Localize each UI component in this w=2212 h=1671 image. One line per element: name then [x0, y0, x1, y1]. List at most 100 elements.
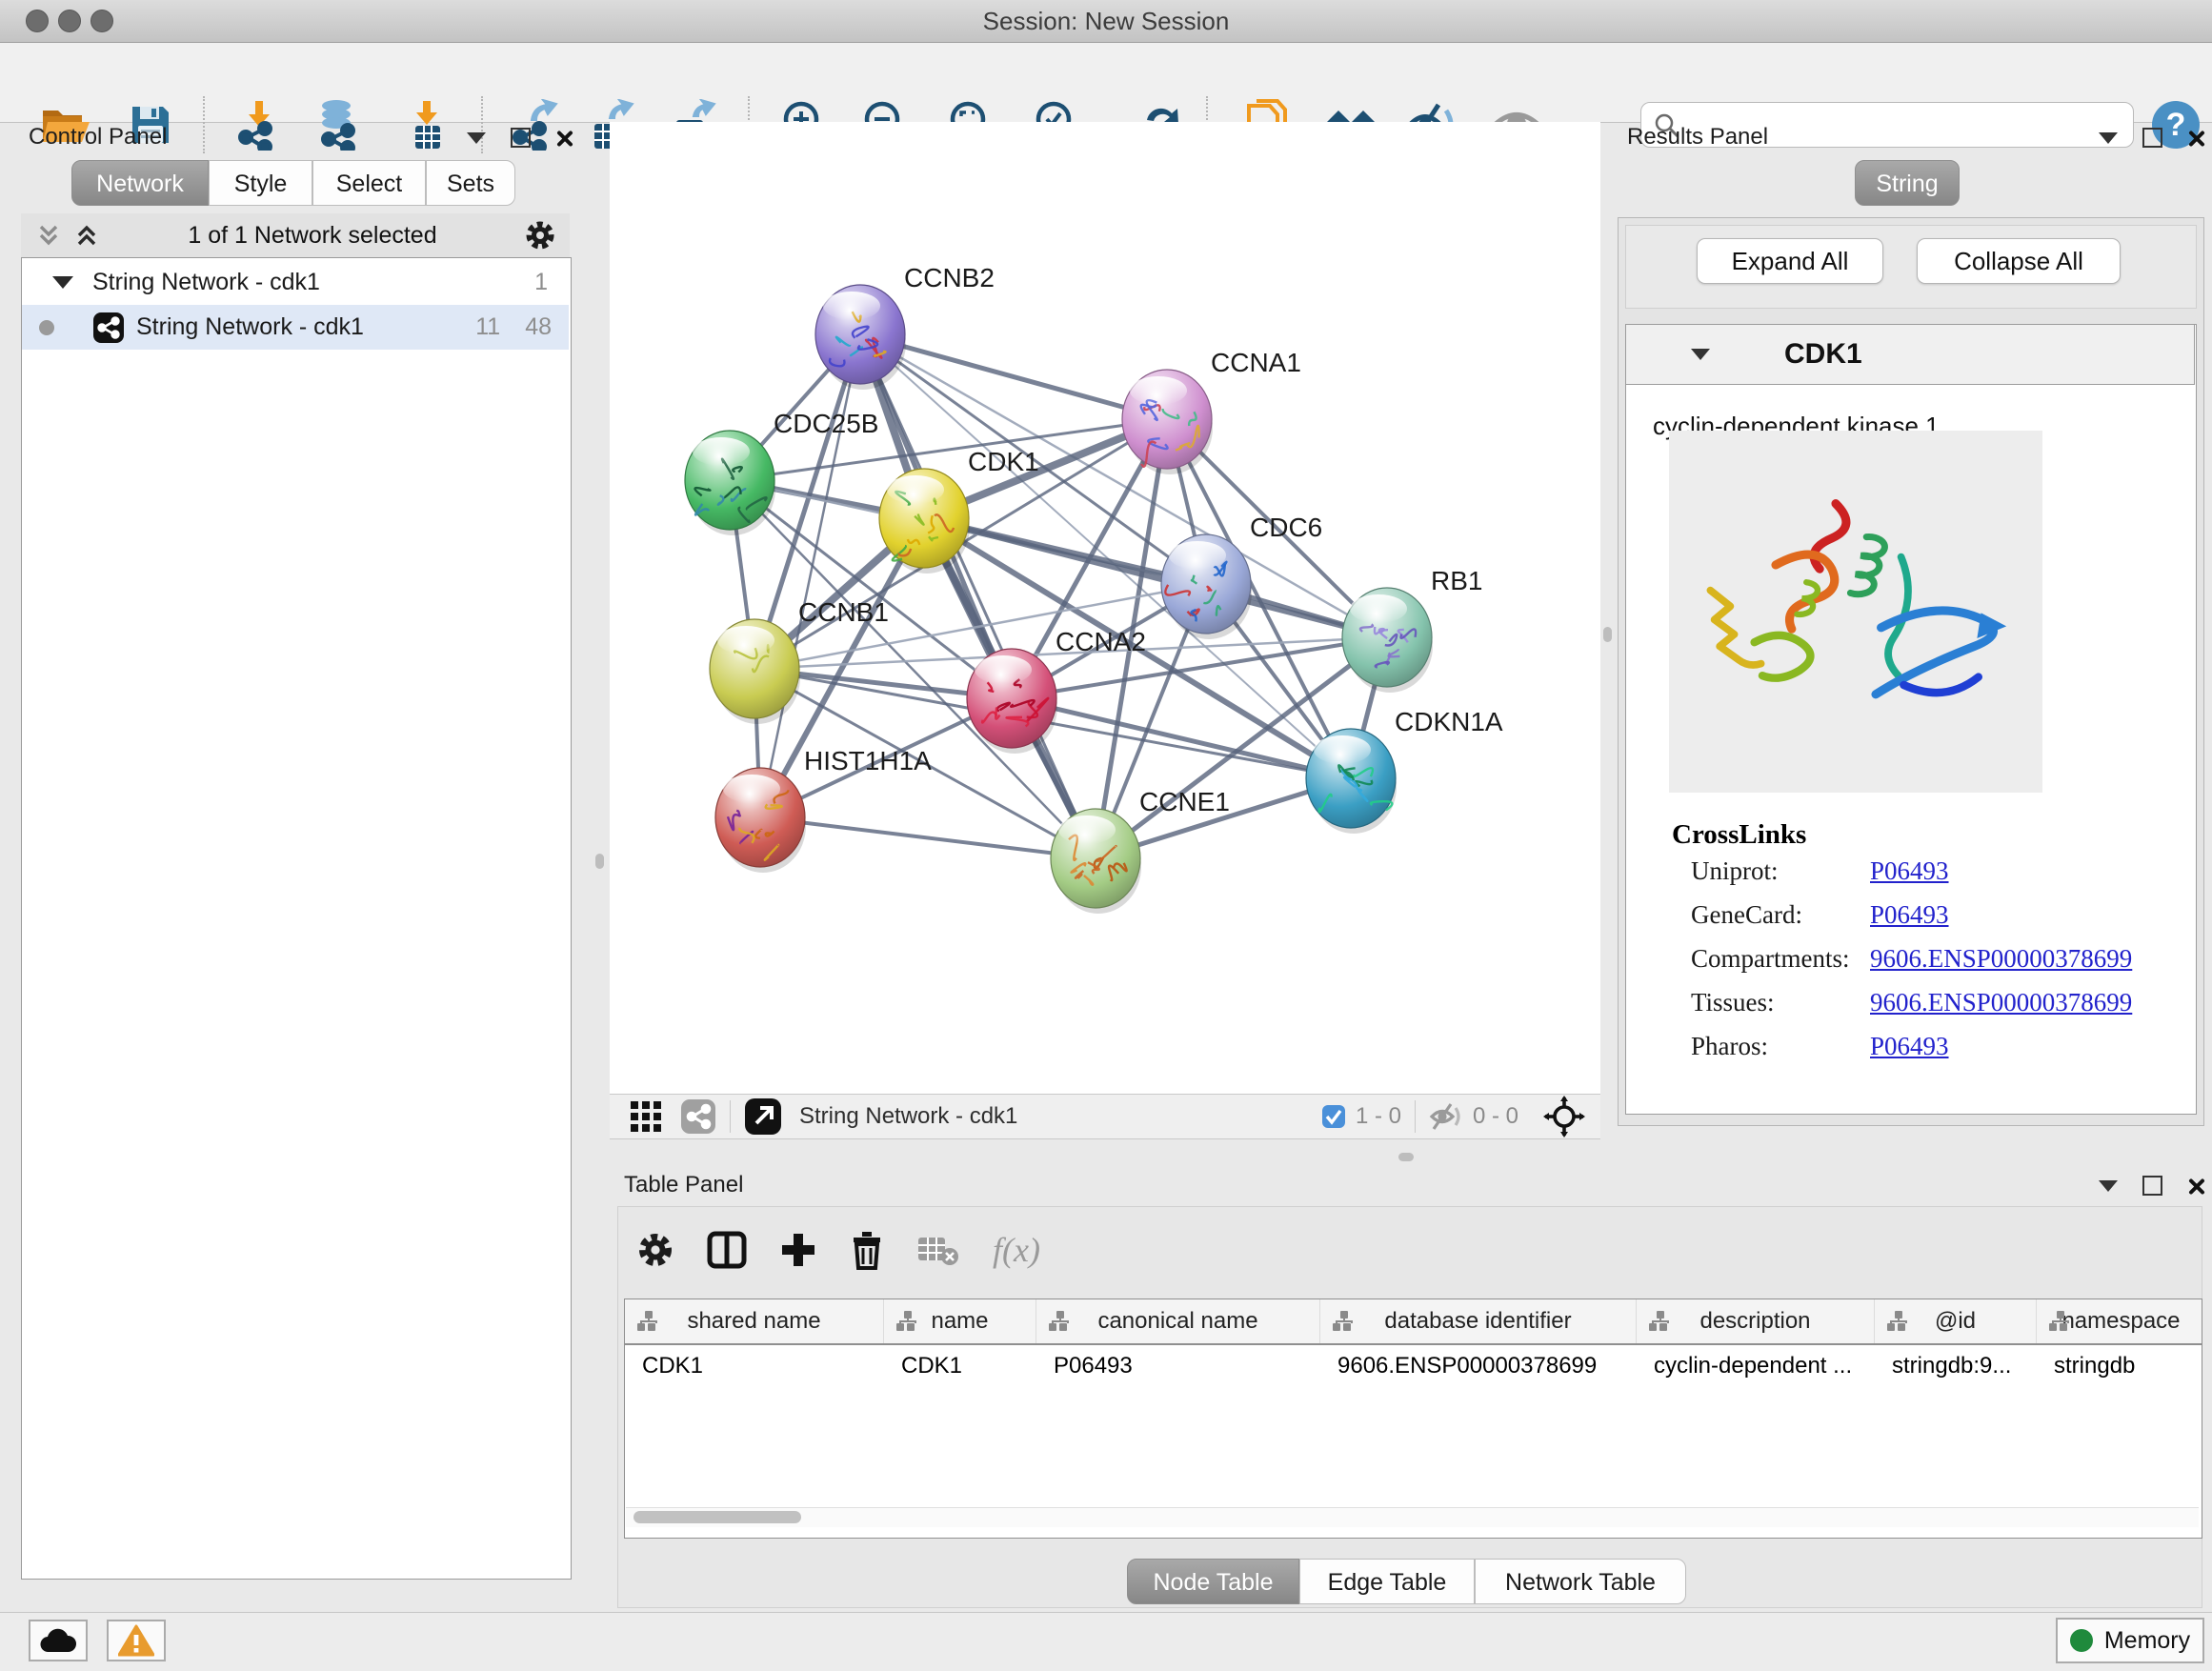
crosslink-link[interactable]: 9606.ENSP00000378699 [1870, 944, 2132, 974]
network-node-RB1[interactable] [1342, 588, 1433, 693]
warning-status-button[interactable] [107, 1620, 166, 1661]
close-panel-icon[interactable] [2187, 130, 2204, 147]
bottom-splitter-handle[interactable] [1398, 1153, 1414, 1161]
hidden-counts: 0 - 0 [1473, 1103, 1518, 1130]
table-row[interactable]: CDK1CDK1P064939606.ENSP00000378699cyclin… [625, 1345, 2202, 1387]
crosslink-link[interactable]: 9606.ENSP00000378699 [1870, 988, 2132, 1017]
panel-menu-icon[interactable] [2099, 132, 2118, 144]
table-cell[interactable]: 9606.ENSP00000378699 [1320, 1345, 1637, 1387]
tab-network-table[interactable]: Network Table [1475, 1559, 1686, 1604]
table-import-icon [402, 99, 452, 151]
tab-sets[interactable]: Sets [426, 160, 515, 206]
float-panel-icon[interactable] [2142, 128, 2162, 148]
table-cell[interactable]: stringdb:9... [1875, 1345, 2037, 1387]
results-panel-title: Results Panel [1627, 124, 1768, 151]
network-node-CCNE1[interactable] [1051, 809, 1141, 914]
network-view-title: String Network - cdk1 [799, 1103, 1017, 1130]
column-header-namespace[interactable]: namespace [2037, 1299, 2202, 1343]
section-collapse-icon[interactable] [1691, 349, 1710, 360]
node-label-HIST1H1A: HIST1H1A [804, 746, 932, 775]
gene-section-header[interactable]: CDK1 [1625, 324, 2195, 385]
function-builder-icon: f(x) [993, 1230, 1040, 1270]
table-cell[interactable]: CDK1 [625, 1345, 884, 1387]
tab-network[interactable]: Network [71, 160, 209, 206]
node-label-CCNB1: CCNB1 [798, 597, 889, 627]
scrollbar-thumb[interactable] [633, 1511, 801, 1523]
node-label-CCNB2: CCNB2 [904, 263, 995, 292]
column-header-shared-name[interactable]: shared name [625, 1299, 884, 1343]
network-node-CCNA1[interactable] [1122, 370, 1213, 474]
network-edge[interactable] [760, 817, 1096, 858]
column-header-description[interactable]: description [1637, 1299, 1875, 1343]
table-options-gear-icon[interactable] [636, 1231, 674, 1269]
show-columns-icon[interactable] [707, 1231, 747, 1269]
collection-expand-icon[interactable] [52, 276, 73, 289]
tab-style[interactable]: Style [209, 160, 312, 206]
tab-edge-table[interactable]: Edge Table [1299, 1559, 1475, 1604]
network-canvas[interactable]: CCNB2CCNA1CDC25BCDK1CDC6RB1CCNB1CCNA2CDK… [610, 122, 1600, 1094]
close-panel-icon[interactable] [555, 130, 573, 147]
cloud-status-button[interactable] [29, 1620, 88, 1661]
network-node-CDC6[interactable] [1161, 534, 1252, 639]
tab-node-table[interactable]: Node Table [1127, 1559, 1299, 1604]
crosslink-link[interactable]: P06493 [1870, 900, 1949, 930]
hidden-eye-icon[interactable] [1429, 1102, 1463, 1131]
network-node-CDKN1A[interactable] [1306, 729, 1397, 834]
tab-string[interactable]: String [1855, 160, 1960, 206]
crosslink-label: Pharos: [1691, 1032, 1870, 1061]
network-list-options-gear-icon[interactable] [524, 219, 556, 252]
expand-all-icon[interactable] [72, 221, 101, 250]
close-panel-icon[interactable] [2187, 1178, 2204, 1195]
network-row[interactable]: String Network - cdk1 11 48 [22, 305, 569, 350]
tab-select[interactable]: Select [312, 160, 426, 206]
table-cell[interactable]: CDK1 [884, 1345, 1036, 1387]
node-label-RB1: RB1 [1431, 566, 1482, 595]
grid-view-icon[interactable] [629, 1099, 663, 1134]
toolbar-separator [203, 96, 205, 153]
collapse-all-icon[interactable] [34, 221, 63, 250]
statusbar-separator [1415, 1100, 1416, 1133]
network-node-CCNB1[interactable] [710, 619, 800, 724]
open-in-browser-icon[interactable] [744, 1097, 782, 1136]
panel-menu-icon[interactable] [467, 132, 486, 144]
network-node-HIST1H1A[interactable] [715, 768, 806, 873]
network-node-CDC25B[interactable] [685, 431, 775, 535]
network-node-CCNB2[interactable] [815, 285, 906, 390]
selected-checkbox-icon[interactable] [1321, 1104, 1346, 1129]
float-panel-icon[interactable] [2142, 1176, 2162, 1196]
delete-column-trash-icon[interactable] [850, 1230, 884, 1270]
table-cell[interactable]: cyclin-dependent ... [1637, 1345, 1875, 1387]
column-header-name[interactable]: name [884, 1299, 1036, 1343]
network-collection-row[interactable]: String Network - cdk1 1 [22, 260, 569, 305]
import-network-database-button[interactable] [312, 98, 365, 151]
expand-all-button[interactable]: Expand All [1697, 238, 1883, 284]
horizontal-scrollbar[interactable] [626, 1507, 2199, 1527]
import-table-button[interactable] [400, 98, 453, 151]
ribbon-yellow [1710, 591, 1760, 665]
collapse-all-button[interactable]: Collapse All [1917, 238, 2121, 284]
panel-menu-icon[interactable] [2099, 1180, 2118, 1192]
network-edge[interactable] [860, 334, 1096, 858]
add-column-icon[interactable] [779, 1231, 817, 1269]
left-splitter-handle[interactable] [595, 854, 604, 869]
column-header-database-identifier[interactable]: database identifier [1320, 1299, 1637, 1343]
crosslink-link[interactable]: P06493 [1870, 1032, 1949, 1061]
column-header--id[interactable]: @id [1875, 1299, 2037, 1343]
crosslink-row: GeneCard: P06493 [1691, 900, 2186, 930]
crosslink-link[interactable]: P06493 [1870, 856, 1949, 886]
column-header-canonical-name[interactable]: canonical name [1036, 1299, 1320, 1343]
fit-content-crosshair-icon[interactable] [1543, 1096, 1585, 1137]
import-network-file-button[interactable] [232, 98, 286, 151]
network-edge[interactable] [760, 334, 860, 817]
network-thumbnail-icon[interactable] [680, 1098, 716, 1135]
memory-button[interactable]: Memory [2056, 1618, 2204, 1663]
network-graph[interactable]: CCNB2CCNA1CDC25BCDK1CDC6RB1CCNB1CCNA2CDK… [610, 122, 1600, 1094]
network-node-CDK1[interactable] [879, 469, 970, 574]
table-cell[interactable]: P06493 [1036, 1345, 1320, 1387]
float-panel-icon[interactable] [511, 128, 531, 148]
table-cell[interactable]: stringdb [2037, 1345, 2202, 1387]
crosslink-label: Uniprot: [1691, 856, 1870, 886]
selected-counts: 1 - 0 [1356, 1103, 1401, 1130]
node-table: shared namenamecanonical namedatabase id… [624, 1299, 2202, 1539]
right-splitter-handle[interactable] [1603, 627, 1612, 642]
